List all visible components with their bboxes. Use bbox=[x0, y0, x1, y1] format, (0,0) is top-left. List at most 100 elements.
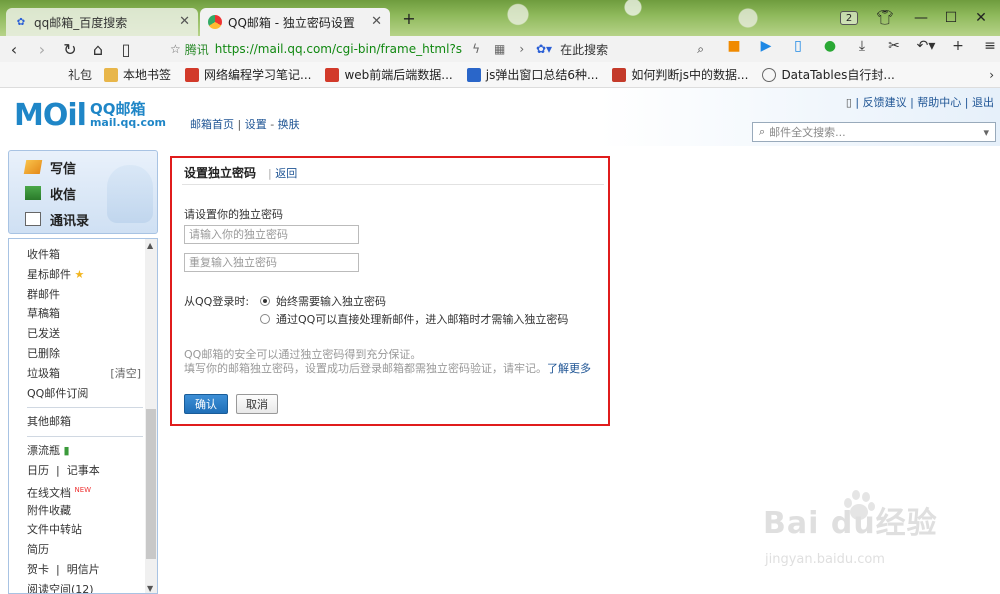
new-tab-button[interactable]: + bbox=[394, 8, 424, 28]
bookmarks-bar: 礼包 本地书签 网络编程学习笔记... web前端后端数据... js弹出窗口总… bbox=[0, 62, 1000, 88]
star-icon[interactable]: ☆ bbox=[170, 42, 181, 56]
wechat-icon[interactable]: ● bbox=[814, 38, 846, 54]
bookmark-label: 本地书签 bbox=[123, 68, 172, 82]
qq-login-label: 从QQ登录时: bbox=[184, 295, 250, 308]
search-box[interactable]: ✿▾ 在此搜索 ⌕ bbox=[536, 38, 706, 60]
mobile-icon[interactable]: ▯ bbox=[846, 96, 852, 109]
tab-count-button[interactable]: 2 bbox=[834, 8, 864, 28]
minimize-icon[interactable]: — bbox=[906, 8, 936, 28]
search-icon[interactable]: ⌕ bbox=[697, 42, 704, 57]
url-text[interactable]: https://mail.qq.com/cgi-bin/frame_html?s bbox=[215, 42, 462, 56]
bookmark-item[interactable]: DataTables自行封... bbox=[762, 66, 895, 83]
undo-icon[interactable]: ↶▾ bbox=[910, 38, 942, 54]
site-icon bbox=[466, 67, 481, 82]
bookmark-item[interactable]: web前端后端数据... bbox=[325, 66, 453, 83]
plus-icon[interactable]: + bbox=[942, 38, 974, 54]
phone-icon[interactable]: ▯ bbox=[782, 38, 814, 54]
reading-icon[interactable]: ▯ bbox=[112, 36, 140, 62]
close-tab-icon[interactable]: ✕ bbox=[179, 14, 190, 29]
folder-deleted[interactable]: 已删除 bbox=[9, 344, 157, 364]
password-prompt: 请设置你的独立密码 bbox=[184, 208, 283, 221]
postcard-link[interactable]: 明信片 bbox=[67, 563, 100, 576]
reload-icon[interactable]: ↻ bbox=[56, 36, 84, 62]
scissors-icon[interactable]: ✂ bbox=[878, 38, 910, 54]
baidu-search-engine-icon[interactable]: ✿▾ bbox=[536, 42, 552, 56]
folder-starred[interactable]: 星标邮件 ★ bbox=[9, 265, 157, 285]
bookmark-label: 礼包 bbox=[67, 68, 92, 82]
video-icon[interactable]: ■ bbox=[718, 38, 750, 54]
home-icon[interactable]: ⌂ bbox=[84, 36, 112, 62]
compose-label: 写信 bbox=[50, 161, 77, 177]
app-label: 漂流瓶 bbox=[27, 444, 60, 458]
app-file-transfer[interactable]: 文件中转站 bbox=[9, 520, 157, 540]
confirm-button[interactable]: 确认 bbox=[184, 394, 228, 414]
back-icon[interactable]: ‹ bbox=[0, 36, 28, 62]
folder-drafts[interactable]: 草稿箱 bbox=[9, 304, 157, 324]
cancel-button[interactable]: 取消 bbox=[236, 394, 278, 414]
app-calendar[interactable]: 日历 | 记事本 bbox=[9, 461, 157, 481]
app-online-docs[interactable]: 在线文档 NEW bbox=[9, 481, 157, 501]
brand-domain: mail.qq.com bbox=[89, 115, 167, 129]
tab-baidu-search[interactable]: ✿ qq邮箱_百度搜索 ✕ bbox=[6, 8, 198, 36]
help-link[interactable]: 帮助中心 bbox=[917, 96, 961, 109]
bookmark-label: 如何判断js中的数据... bbox=[631, 68, 749, 82]
scroll-up-icon[interactable]: ▲ bbox=[147, 241, 153, 250]
radio-unselected-icon bbox=[260, 314, 270, 324]
nav-settings-link[interactable]: 设置 bbox=[245, 118, 267, 131]
password-field[interactable]: 请输入你的独立密码 bbox=[184, 225, 359, 244]
bookmarks-more-icon[interactable]: › bbox=[989, 68, 994, 82]
site-icon bbox=[612, 67, 627, 82]
folder-subscriptions[interactable]: QQ邮件订阅 bbox=[9, 384, 157, 404]
app-reading-space[interactable]: 阅读空间(12) bbox=[9, 580, 157, 593]
radio-qq-direct[interactable]: 通过QQ可以直接处理新邮件，进入邮箱时才需输入独立密码 bbox=[260, 311, 568, 327]
repeat-password-field[interactable]: 重复输入独立密码 bbox=[184, 253, 359, 272]
logout-link[interactable]: 退出 bbox=[972, 96, 994, 109]
bookmark-item[interactable]: 如何判断js中的数据... bbox=[612, 66, 748, 83]
scroll-thumb[interactable] bbox=[146, 409, 156, 559]
bookmark-local[interactable]: 本地书签 bbox=[104, 66, 171, 83]
nav-home-link[interactable]: 邮箱首页 bbox=[190, 118, 234, 131]
nav-skin-link[interactable]: 换肤 bbox=[278, 118, 300, 131]
app-resume[interactable]: 简历 bbox=[9, 540, 157, 560]
page-title: 设置独立密码 bbox=[184, 166, 257, 180]
app-drift-bottle[interactable]: 漂流瓶 ▮ bbox=[9, 441, 157, 461]
close-tab-icon[interactable]: ✕ bbox=[371, 14, 382, 29]
close-window-icon[interactable]: ✕ bbox=[966, 8, 996, 28]
folder-inbox[interactable]: 收件箱 bbox=[9, 245, 157, 265]
bookmark-gift[interactable]: 礼包 bbox=[0, 66, 92, 83]
scroll-down-icon[interactable]: ▼ bbox=[147, 584, 153, 593]
qr-icon[interactable]: ▦ bbox=[494, 42, 505, 56]
play-icon[interactable]: ▶ bbox=[750, 38, 782, 54]
folder-spam[interactable]: 垃圾箱 [清空] bbox=[9, 364, 157, 384]
globe-icon bbox=[762, 67, 777, 82]
bookmark-item[interactable]: 网络编程学习笔记... bbox=[185, 66, 311, 83]
mail-search-input[interactable]: ⌕ 邮件全文搜索... ▾ bbox=[752, 122, 996, 142]
folder-label: 垃圾箱 bbox=[27, 366, 60, 380]
skin-icon[interactable]: 👕︎ bbox=[870, 8, 900, 28]
inbox-download-icon bbox=[25, 186, 41, 200]
lightning-icon[interactable]: ϟ bbox=[472, 42, 480, 56]
download-icon[interactable]: ⤓ bbox=[846, 38, 878, 54]
tab-qq-mail[interactable]: QQ邮箱 - 独立密码设置 ✕ bbox=[200, 8, 390, 36]
folder-sent[interactable]: 已发送 bbox=[9, 324, 157, 344]
bookmark-item[interactable]: js弹出窗口总结6种... bbox=[466, 66, 598, 83]
folder-group[interactable]: 群邮件 bbox=[9, 285, 157, 305]
learn-more-link[interactable]: 了解更多 bbox=[547, 362, 591, 375]
other-mailbox[interactable]: 其他邮箱 bbox=[9, 412, 157, 432]
qq-mail-logo[interactable]: MOil QQ邮箱 mail.qq.com bbox=[14, 98, 166, 133]
app-attachments[interactable]: 附件收藏 bbox=[9, 501, 157, 521]
chevron-right-icon[interactable]: › bbox=[519, 42, 524, 56]
feedback-link[interactable]: 反馈建议 bbox=[863, 96, 907, 109]
clear-spam-link[interactable]: [清空] bbox=[110, 364, 141, 384]
browser-tools: ■ ▶ ▯ ● ⤓ ✂ ↶▾ + ≡ bbox=[718, 38, 1000, 54]
back-link[interactable]: | 返回 bbox=[268, 165, 297, 181]
notebook-link[interactable]: 记事本 bbox=[67, 464, 100, 477]
radio-always-password[interactable]: 始终需要输入独立密码 bbox=[260, 293, 386, 309]
sidebar-scrollbar[interactable]: ▲ ▼ bbox=[145, 239, 157, 593]
address-bar[interactable]: ☆ 腾讯 https://mail.qq.com/cgi-bin/frame_h… bbox=[170, 38, 530, 60]
forward-icon[interactable]: › bbox=[28, 36, 56, 62]
maximize-icon[interactable]: ☐ bbox=[936, 8, 966, 28]
app-greeting-card[interactable]: 贺卡 | 明信片 bbox=[9, 560, 157, 580]
dropdown-arrow-icon[interactable]: ▾ bbox=[983, 126, 989, 139]
menu-icon[interactable]: ≡ bbox=[974, 38, 1000, 54]
